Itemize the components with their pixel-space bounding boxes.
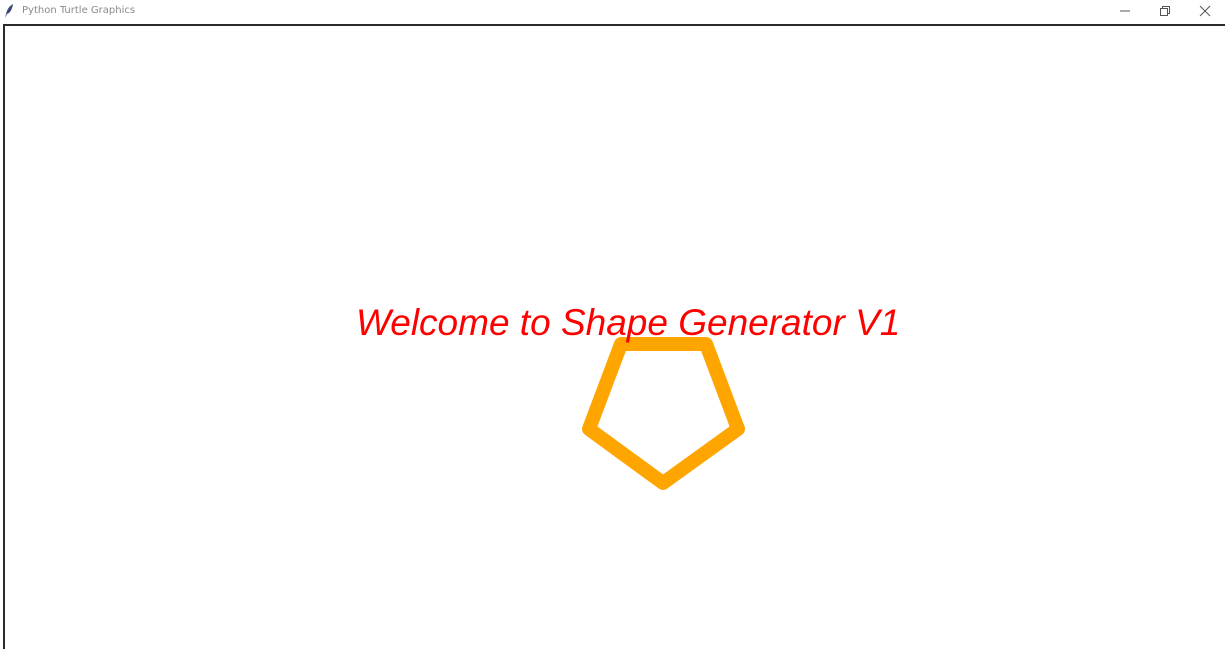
title-bar[interactable]: Python Turtle Graphics xyxy=(0,0,1227,24)
close-icon xyxy=(1199,5,1211,17)
minimize-button[interactable] xyxy=(1105,0,1145,22)
turtle-window: Python Turtle Graphics Welcome to Shape … xyxy=(0,0,1227,649)
minimize-icon xyxy=(1120,10,1130,12)
restore-icon xyxy=(1160,6,1170,16)
restore-button[interactable] xyxy=(1145,0,1185,22)
feather-icon xyxy=(4,4,16,18)
welcome-text: Welcome to Shape Generator V1 xyxy=(356,302,901,343)
close-button[interactable] xyxy=(1185,0,1225,22)
pentagon-shape xyxy=(582,337,745,490)
window-title: Python Turtle Graphics xyxy=(22,5,136,16)
turtle-canvas[interactable]: Welcome to Shape Generator V1 xyxy=(3,24,1225,649)
